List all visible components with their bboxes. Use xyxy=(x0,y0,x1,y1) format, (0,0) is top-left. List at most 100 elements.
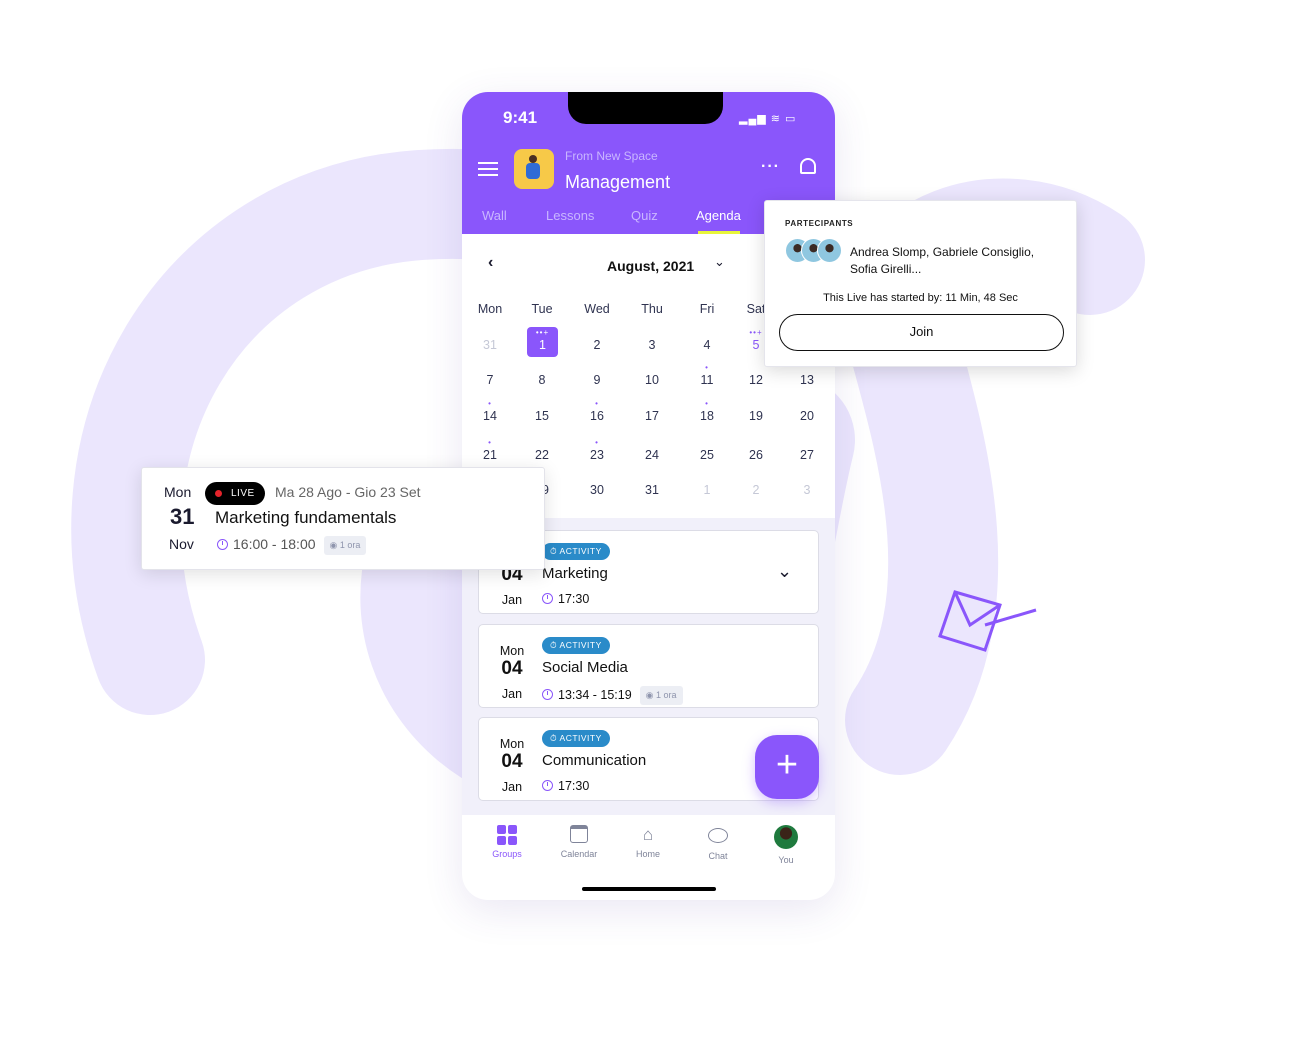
day-number: 4 xyxy=(703,338,711,352)
month-dropdown-chevron-icon[interactable]: ⌄ xyxy=(714,254,725,270)
user-avatar xyxy=(774,825,798,849)
calendar-day[interactable]: 2 xyxy=(736,483,776,497)
calendar-day[interactable]: 22 xyxy=(522,448,562,462)
calendar-day[interactable]: 7 xyxy=(470,373,510,387)
day-number: 11 xyxy=(700,373,714,387)
bell-icon[interactable] xyxy=(800,158,816,174)
calendar-day[interactable]: 17 xyxy=(632,409,672,423)
nav-label: You xyxy=(778,855,794,865)
event-time: 13:34 - 15:19 ◉ 1 ora xyxy=(542,686,683,705)
weekday-header: Sat xyxy=(746,302,766,316)
nav-you[interactable]: You xyxy=(756,825,816,865)
nav-groups[interactable]: Groups xyxy=(477,825,537,859)
day-number: 1 xyxy=(539,338,546,352)
calendar-day[interactable]: • 14 xyxy=(470,400,510,424)
clock-icon xyxy=(542,593,553,604)
event-card[interactable]: Mon 04 Jan ⏱ ACTIVITY Social Media 13:34… xyxy=(478,624,819,708)
calendar-day[interactable]: • 11 xyxy=(687,364,727,388)
add-button[interactable]: + xyxy=(755,735,819,799)
calendar-day[interactable]: 9 xyxy=(577,373,617,387)
time-text: 17:30 xyxy=(558,592,590,606)
day-number: 18 xyxy=(700,409,714,423)
day-number: 23 xyxy=(590,448,604,462)
event-day: 04 xyxy=(501,751,523,772)
calendar-icon xyxy=(570,825,588,843)
participants-names: Andrea Slomp, Gabriele Consiglio, Sofia G… xyxy=(850,244,1034,278)
nav-label: Home xyxy=(635,849,660,859)
calendar-day[interactable]: 26 xyxy=(736,448,776,462)
live-event-card[interactable]: Mon 31 Nov LIVE Ma 28 Ago - Gio 23 Set M… xyxy=(141,467,545,570)
calendar-day[interactable]: 3 xyxy=(787,483,827,497)
day-number: 25 xyxy=(700,448,714,462)
calendar-day[interactable]: 3 xyxy=(632,338,672,352)
nav-calendar[interactable]: Calendar xyxy=(549,825,609,859)
ellipsis-icon[interactable]: ··· xyxy=(761,158,780,176)
calendar-day[interactable]: • 23 xyxy=(577,439,617,463)
event-month: Nov xyxy=(169,536,194,552)
calendar-day[interactable]: • 21 xyxy=(470,439,510,463)
event-weekday: Mon xyxy=(499,644,525,658)
calendar-day[interactable]: • 18 xyxy=(687,400,727,424)
tab-quiz[interactable]: Quiz xyxy=(631,208,658,223)
calendar-day[interactable]: 25 xyxy=(687,448,727,462)
activity-badge: ⏱ ACTIVITY xyxy=(542,730,610,747)
badge-label: ACTIVITY xyxy=(559,640,602,650)
calendar-day[interactable]: 31 xyxy=(470,338,510,352)
calendar-day[interactable]: 12 xyxy=(736,373,776,387)
event-title: Communication xyxy=(542,752,647,769)
calendar-day[interactable]: 27 xyxy=(787,448,827,462)
event-title: Social Media xyxy=(542,659,628,676)
event-month: Jan xyxy=(501,593,523,607)
calendar-day[interactable]: 19 xyxy=(736,409,776,423)
calendar-day[interactable]: ••+ 1 xyxy=(527,327,558,357)
prev-month-chevron-icon[interactable]: ‹ xyxy=(488,254,493,272)
event-weekday: Mon xyxy=(499,737,525,751)
weekday-header: Mon xyxy=(477,302,503,316)
chat-icon xyxy=(708,828,728,843)
event-dots: • xyxy=(705,399,709,408)
event-month: Jan xyxy=(501,780,523,794)
event-month: Jan xyxy=(501,687,523,701)
calendar-day[interactable]: 8 xyxy=(522,373,562,387)
live-label: LIVE xyxy=(231,488,255,499)
header-title: Management xyxy=(565,172,671,192)
activity-badge: ⏱ ACTIVITY xyxy=(542,543,610,560)
weekday-header: Fri xyxy=(699,302,715,316)
calendar-day[interactable]: 31 xyxy=(632,483,672,497)
calendar-day[interactable]: 13 xyxy=(787,373,827,387)
day-number: 31 xyxy=(645,483,659,497)
day-number: 2 xyxy=(752,483,760,497)
join-button[interactable]: Join xyxy=(779,314,1064,351)
notch xyxy=(568,92,723,124)
month-label[interactable]: August, 2021 xyxy=(607,258,694,274)
day-number: 26 xyxy=(749,448,763,462)
nav-chat[interactable]: Chat xyxy=(688,825,748,861)
day-number: 31 xyxy=(483,338,497,352)
expand-chevron-icon[interactable]: ⌄ xyxy=(777,561,792,582)
hamburger-icon[interactable] xyxy=(478,162,498,176)
nav-label: Groups xyxy=(492,849,522,859)
day-number: 10 xyxy=(645,373,659,387)
badge-label: ACTIVITY xyxy=(559,733,602,743)
live-started-text: This Live has started by: 11 Min, 48 Sec xyxy=(823,292,1018,304)
event-day: 31 xyxy=(170,504,195,529)
calendar-day[interactable]: 30 xyxy=(577,483,617,497)
tab-agenda[interactable]: Agenda xyxy=(696,208,741,223)
event-time: 16:00 - 18:00 ◉ 1 ora xyxy=(217,536,367,555)
calendar-day[interactable]: 4 xyxy=(687,338,727,352)
calendar-day[interactable]: 1 xyxy=(687,483,727,497)
tab-wall[interactable]: Wall xyxy=(482,208,507,223)
calendar-day[interactable]: 10 xyxy=(632,373,672,387)
calendar-day[interactable]: • 16 xyxy=(577,400,617,424)
event-title: Marketing xyxy=(542,565,608,582)
calendar-day[interactable]: 24 xyxy=(632,448,672,462)
nav-home[interactable]: ⌂ Home xyxy=(618,825,678,859)
day-number: 3 xyxy=(648,338,656,352)
calendar-day[interactable]: 15 xyxy=(522,409,562,423)
activity-badge: ⏱ ACTIVITY xyxy=(542,637,610,654)
calendar-day[interactable]: 2 xyxy=(577,338,617,352)
calendar-day[interactable]: 20 xyxy=(787,409,827,423)
participants-heading: PARTECIPANTS xyxy=(785,219,854,228)
clock-icon xyxy=(542,689,553,700)
tab-lessons[interactable]: Lessons xyxy=(546,208,594,223)
